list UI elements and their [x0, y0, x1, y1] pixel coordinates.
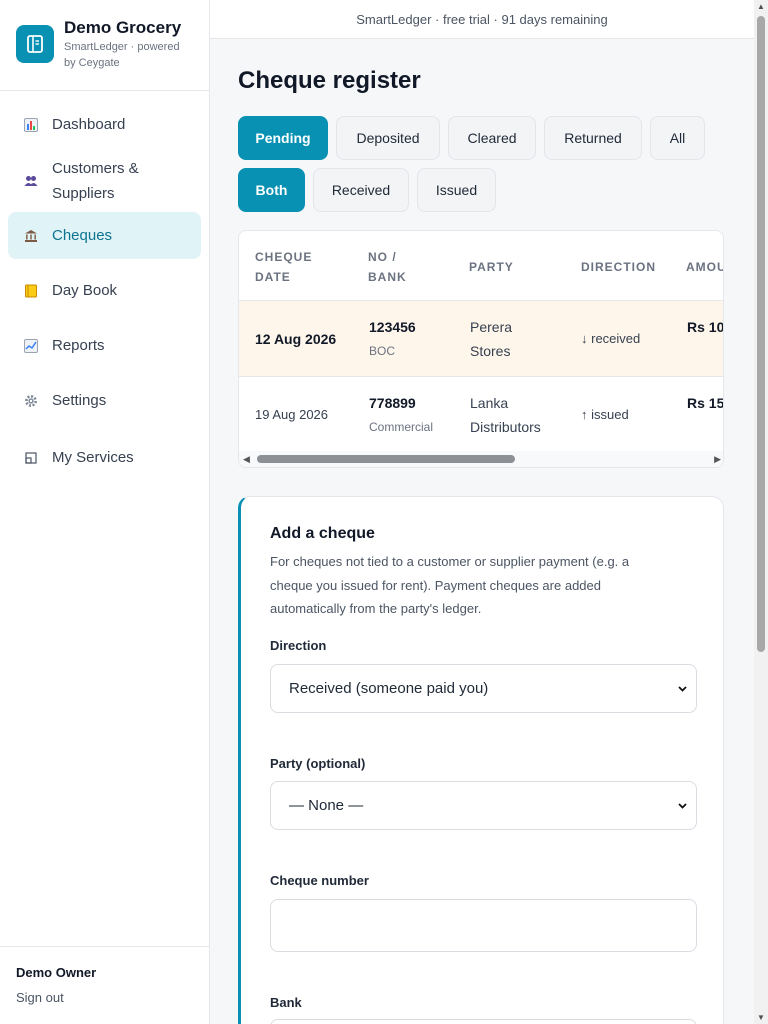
sidebar-item-daybook[interactable]: Day Book: [8, 267, 201, 314]
direction-label: Direction: [270, 638, 327, 653]
scroll-down-icon[interactable]: ▼: [757, 1013, 765, 1022]
bank-input[interactable]: [270, 1019, 697, 1024]
form-title: Add a cheque: [270, 525, 375, 542]
table-row[interactable]: 19 Aug 2026 778899 Commercial Lanka Dist…: [239, 376, 724, 452]
sidebar-item-services[interactable]: My Services: [8, 434, 201, 481]
filter-deposited[interactable]: Deposited: [336, 116, 440, 160]
filter-issued[interactable]: Issued: [417, 168, 496, 212]
form-description: For cheques not tied to a customer or su…: [270, 554, 630, 616]
cell-no-bank: 123456 BOC: [369, 315, 416, 363]
direction-select[interactable]: Received (someone paid you): [270, 664, 697, 713]
cheque-number: 123456: [369, 319, 416, 335]
party-label: Party (optional): [270, 756, 366, 771]
gear-icon: [24, 394, 38, 408]
sidebar-item-settings[interactable]: Settings: [8, 377, 201, 424]
brand-name: Demo Grocery: [64, 18, 182, 37]
page-vertical-scrollbar[interactable]: ▲ ▼: [754, 0, 768, 1024]
header-cheque-date: CHEQUE DATE: [255, 250, 313, 284]
cell-date: 12 Aug 2026: [255, 331, 337, 347]
scroll-up-icon[interactable]: ▲: [757, 2, 765, 11]
direction-selected-value: Received (someone paid you): [289, 680, 489, 697]
add-cheque-form: Add a cheque For cheques not tied to a c…: [238, 496, 724, 1024]
filter-received[interactable]: Received: [313, 168, 409, 212]
page-scrollbar-thumb[interactable]: [757, 16, 765, 652]
bar-chart-icon: [24, 117, 38, 132]
cheque-table: CHEQUE DATE NO / BANK PARTY DIRECTION AM…: [238, 230, 724, 468]
cell-date: 19 Aug 2026: [255, 407, 329, 422]
people-icon: [24, 174, 38, 188]
sidebar-item-reports-label: Reports: [52, 337, 105, 354]
cell-no-bank: 778899 Commercial: [369, 391, 433, 439]
filter-cleared[interactable]: Cleared: [448, 116, 536, 160]
cell-party: Perera Stores: [470, 319, 513, 359]
scroll-right-icon[interactable]: ▶: [714, 454, 721, 465]
bank-name: Commercial: [369, 420, 434, 434]
sidebar-item-settings-label: Settings: [52, 392, 107, 409]
bank-name: BOC: [369, 344, 396, 358]
table-horizontal-scrollbar[interactable]: ◀ ▶: [239, 451, 723, 467]
brand-subtitle: SmartLedger · powered by Ceygate: [64, 41, 180, 69]
cell-direction: ↑ issued: [581, 407, 629, 422]
sidebar-item-cheques[interactable]: Cheques: [8, 212, 201, 259]
cheque-number-label: Cheque number: [270, 873, 369, 888]
filter-both[interactable]: Both: [238, 168, 305, 212]
header-no-bank: NO / BANK: [368, 250, 407, 284]
scrollbar-thumb[interactable]: [257, 455, 515, 463]
sidebar-item-customers[interactable]: Customers & Suppliers: [8, 150, 201, 212]
bank-label: Bank: [270, 995, 302, 1010]
trial-banner: SmartLedger · free trial · 91 days remai…: [210, 0, 754, 39]
header-party: PARTY: [469, 260, 514, 274]
window-icon: [24, 451, 38, 465]
sidebar-item-daybook-label: Day Book: [52, 282, 118, 299]
filter-all[interactable]: All: [650, 116, 705, 160]
owner-name: Demo Owner: [16, 965, 97, 980]
owner-panel: Demo Owner Sign out: [0, 946, 209, 1024]
chevron-down-icon: [677, 798, 688, 815]
sidebar-nav: Dashboard Customers & Suppliers Cheques …: [0, 91, 209, 481]
cheque-number: 778899: [369, 395, 416, 411]
main-content: Cheque register Pending Deposited Cleare…: [210, 39, 754, 1024]
header-amount: AMOUNT: [686, 260, 723, 274]
sidebar: Demo Grocery SmartLedger · powered by Ce…: [0, 0, 210, 1024]
chevron-down-icon: [677, 681, 688, 698]
cheque-number-input[interactable]: [270, 899, 697, 952]
sidebar-item-cheques-label: Cheques: [52, 227, 113, 244]
cell-amount: Rs 10,000: [687, 319, 724, 335]
sidebar-item-dashboard-label: Dashboard: [52, 116, 126, 133]
sidebar-item-reports[interactable]: Reports: [8, 322, 201, 369]
cell-party: Lanka Distributors: [470, 395, 541, 435]
sidebar-item-services-label: My Services: [52, 449, 134, 466]
cell-amount: Rs 15,000: [687, 395, 724, 411]
table-row[interactable]: 12 Aug 2026 123456 BOC Perera Stores ↓ r…: [239, 300, 724, 376]
filter-returned[interactable]: Returned: [544, 116, 642, 160]
sign-out-link[interactable]: Sign out: [16, 990, 209, 1005]
page-title: Cheque register: [238, 67, 421, 94]
sidebar-item-customers-label: Customers & Suppliers: [52, 160, 139, 202]
party-select[interactable]: — None —: [270, 781, 697, 830]
trial-text: SmartLedger · free trial · 91 days remai…: [356, 11, 608, 27]
filter-pending[interactable]: Pending: [238, 116, 328, 160]
brand: Demo Grocery SmartLedger · powered by Ce…: [0, 0, 209, 91]
line-chart-icon: [24, 338, 38, 353]
sidebar-item-dashboard[interactable]: Dashboard: [8, 101, 201, 148]
scroll-left-icon[interactable]: ◀: [243, 454, 250, 465]
header-direction: DIRECTION: [581, 260, 656, 274]
cell-direction: ↓ received: [581, 331, 641, 346]
party-selected-value: — None —: [289, 797, 364, 814]
notebook-icon: [24, 284, 38, 298]
bank-icon: [24, 229, 38, 243]
ledger-logo-icon: [16, 25, 54, 63]
